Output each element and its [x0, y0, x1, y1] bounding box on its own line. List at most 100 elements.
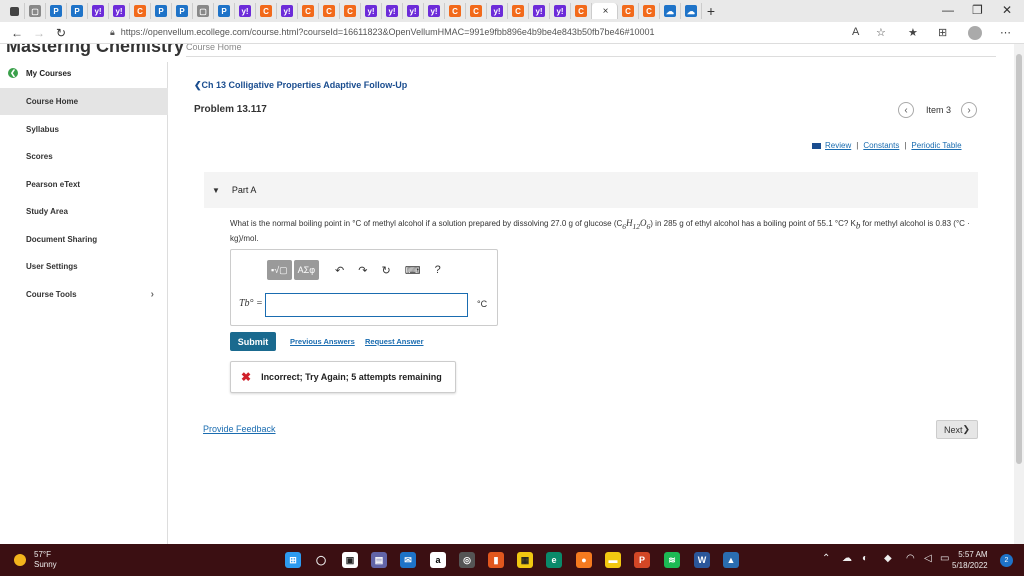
- browser-tab-4[interactable]: y!: [109, 3, 130, 19]
- sidebar-item-scores[interactable]: Scores: [0, 143, 168, 170]
- browser-tab-7[interactable]: P: [172, 3, 193, 19]
- sidebar-item-document-sharing[interactable]: Document Sharing: [0, 226, 168, 253]
- browser-tab-24[interactable]: y!: [529, 3, 550, 19]
- browser-tab-13[interactable]: C: [298, 3, 319, 19]
- store-icon[interactable]: ▦: [517, 552, 533, 568]
- onedrive-icon[interactable]: ☁: [842, 553, 852, 564]
- scroll-thumb[interactable]: [1016, 54, 1022, 464]
- new-tab-button[interactable]: +: [702, 3, 720, 19]
- back-to-assignment-link[interactable]: ❮Ch 13 Colligative Properties Adaptive F…: [194, 80, 407, 91]
- provide-feedback-link[interactable]: Provide Feedback: [203, 424, 276, 434]
- request-answer-link[interactable]: Request Answer: [365, 337, 424, 346]
- url-field[interactable]: 🔒︎ https://openvellum.ecollege.com/course…: [110, 27, 655, 38]
- browser-tab-25[interactable]: y!: [550, 3, 571, 19]
- browser-tab-22[interactable]: y!: [487, 3, 508, 19]
- forward-icon[interactable]: →: [28, 26, 50, 40]
- task-view-icon[interactable]: ▣: [342, 552, 358, 568]
- undo-icon[interactable]: ↶: [335, 264, 344, 277]
- browser-tab-extra-1[interactable]: C: [639, 3, 660, 19]
- settings-menu-icon[interactable]: ⋯: [1000, 26, 1011, 39]
- chat-icon[interactable]: ▤: [371, 552, 387, 568]
- previous-answers-link[interactable]: Previous Answers: [290, 337, 355, 346]
- previous-item-button[interactable]: ‹: [898, 102, 914, 118]
- submit-button[interactable]: Submit: [230, 332, 276, 351]
- file-explorer-icon[interactable]: ▬: [605, 552, 621, 568]
- read-aloud-icon[interactable]: A: [852, 26, 859, 38]
- close-tab-icon[interactable]: ×: [603, 6, 609, 17]
- minimize-icon[interactable]: —: [942, 3, 954, 17]
- browser-tab-5[interactable]: C: [130, 3, 151, 19]
- mail-icon[interactable]: ✉: [400, 552, 416, 568]
- sidebar-item-syllabus[interactable]: Syllabus: [0, 116, 168, 143]
- browser-tab-3[interactable]: y!: [88, 3, 109, 19]
- dropbox-icon[interactable]: ◆: [884, 553, 892, 564]
- sidebar-item-pearson-etext[interactable]: Pearson eText: [0, 171, 168, 198]
- start-icon[interactable]: ⊞: [285, 552, 301, 568]
- search-icon[interactable]: ◯: [313, 552, 329, 568]
- my-courses-link[interactable]: ❮ My Courses: [8, 68, 71, 78]
- sidebar-item-study-area[interactable]: Study Area: [0, 198, 168, 225]
- browser-tab-14[interactable]: C: [319, 3, 340, 19]
- periodic-table-link[interactable]: Periodic Table: [911, 141, 961, 150]
- browser-tab-18[interactable]: y!: [403, 3, 424, 19]
- browser-tab-9[interactable]: P: [214, 3, 235, 19]
- photos-icon[interactable]: ▲: [723, 552, 739, 568]
- keyboard-icon[interactable]: ⌨: [405, 264, 421, 277]
- browser-tab-extra-2[interactable]: ☁: [660, 3, 681, 19]
- profile-avatar[interactable]: [968, 26, 982, 40]
- close-window-icon[interactable]: ✕: [1002, 3, 1012, 17]
- powerpoint-icon[interactable]: P: [634, 552, 650, 568]
- weather-widget[interactable]: 57°F Sunny: [14, 550, 57, 570]
- next-button[interactable]: Next ❯: [936, 420, 978, 439]
- firefox-icon[interactable]: ●: [576, 552, 592, 568]
- browser-tab-20[interactable]: C: [445, 3, 466, 19]
- sidebar-item-user-settings[interactable]: User Settings: [0, 253, 168, 280]
- tab-actions-button[interactable]: [4, 3, 25, 19]
- next-item-button[interactable]: ›: [961, 102, 978, 118]
- browser-tab-17[interactable]: y!: [382, 3, 403, 19]
- app-icon[interactable]: ◎: [459, 552, 475, 568]
- browser-tab-8[interactable]: ▢: [193, 3, 214, 19]
- browser-tab-23[interactable]: C: [508, 3, 529, 19]
- tray-chevron-icon[interactable]: ⌃: [822, 553, 830, 564]
- clock[interactable]: 5:57 AM 5/18/2022: [952, 549, 988, 571]
- page-scrollbar[interactable]: [1014, 44, 1024, 544]
- help-icon[interactable]: ?: [435, 264, 441, 276]
- reset-icon[interactable]: ↻: [381, 264, 390, 277]
- spotify-icon[interactable]: ≋: [664, 552, 680, 568]
- collapse-caret-icon[interactable]: ▼: [212, 186, 220, 195]
- answer-input[interactable]: [265, 293, 468, 317]
- sidebar-item-course-tools[interactable]: Course Tools ›: [0, 281, 168, 308]
- browser-tab-11[interactable]: C: [256, 3, 277, 19]
- redo-icon[interactable]: ↷: [358, 264, 367, 277]
- browser-tab-16[interactable]: y!: [361, 3, 382, 19]
- browser-tab-21[interactable]: C: [466, 3, 487, 19]
- office-icon[interactable]: ▮: [488, 552, 504, 568]
- browser-tab-extra-0[interactable]: C: [618, 3, 639, 19]
- browser-tab-0[interactable]: ▢: [25, 3, 46, 19]
- volume-icon[interactable]: ◁: [924, 553, 932, 564]
- edge-icon[interactable]: e: [546, 552, 562, 568]
- constants-link[interactable]: Constants: [863, 141, 899, 150]
- browser-tab-2[interactable]: P: [67, 3, 88, 19]
- favorites-icon[interactable]: ★: [908, 26, 918, 39]
- battery-icon[interactable]: ▭: [940, 553, 949, 564]
- browser-tab-1[interactable]: P: [46, 3, 67, 19]
- browser-tab-26[interactable]: C: [571, 3, 592, 19]
- wifi-icon[interactable]: ◠: [906, 553, 915, 564]
- templates-button[interactable]: ▪√▢: [267, 260, 292, 280]
- back-icon[interactable]: ←: [6, 26, 28, 40]
- amazon-icon[interactable]: a: [430, 552, 446, 568]
- favorite-icon[interactable]: ☆: [876, 26, 886, 39]
- part-a-header[interactable]: ▼ Part A: [204, 172, 978, 208]
- browser-tab-19[interactable]: y!: [424, 3, 445, 19]
- browser-tab-6[interactable]: P: [151, 3, 172, 19]
- sidebar-item-course-home[interactable]: Course Home: [0, 88, 168, 115]
- notification-badge[interactable]: 2: [1000, 554, 1013, 567]
- maximize-icon[interactable]: ❐: [972, 3, 983, 17]
- browser-tab-extra-3[interactable]: ☁: [681, 3, 702, 19]
- symbols-button[interactable]: ΑΣφ: [293, 260, 320, 280]
- active-tab[interactable]: ×: [592, 3, 618, 19]
- word-icon[interactable]: W: [694, 552, 710, 568]
- collections-icon[interactable]: ⊞: [938, 26, 947, 39]
